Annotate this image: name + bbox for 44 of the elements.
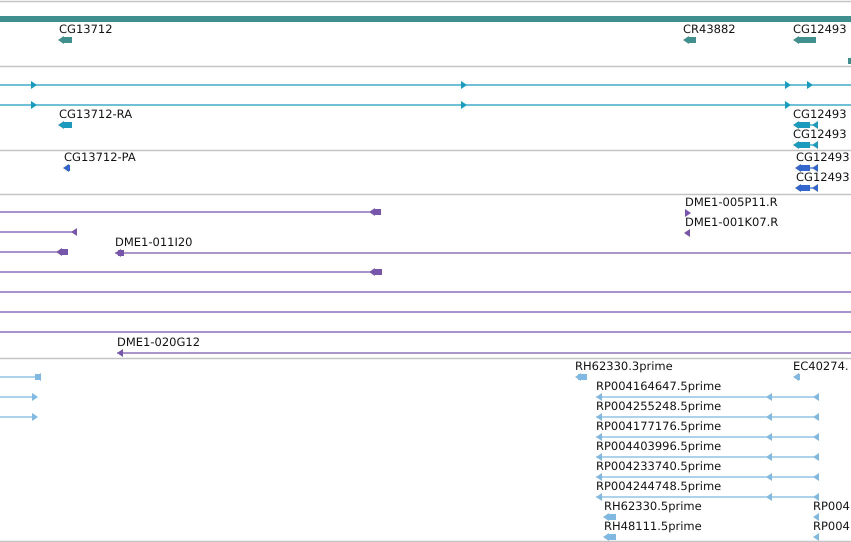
feature-glyph[interactable] [795, 184, 818, 192]
feature-label[interactable]: EC40274. [793, 359, 849, 373]
feature-glyph[interactable] [0, 101, 851, 109]
feature-glyph[interactable] [58, 121, 72, 129]
feature-glyph[interactable] [0, 228, 77, 236]
feature-label[interactable]: DME1-011I20 [115, 235, 192, 249]
feature-label[interactable]: CG13712 [59, 22, 113, 36]
feature-label[interactable]: RH62330.5prime [604, 499, 702, 513]
feature-label[interactable]: RP004 [813, 499, 850, 513]
feature-label[interactable]: RP004177176.5prime [596, 419, 722, 433]
feature-glyph[interactable] [115, 249, 851, 257]
feature-glyph[interactable] [685, 209, 691, 217]
feature-glyph[interactable] [0, 248, 68, 256]
feature-label[interactable]: DME1-001K07.R [685, 215, 778, 229]
feature-label[interactable]: CG12493 [793, 127, 847, 141]
feature-glyph[interactable] [684, 229, 690, 237]
feature-label[interactable]: DME1-005P11.R [685, 195, 778, 209]
feature-glyph[interactable] [793, 36, 816, 44]
feature-glyph[interactable] [58, 36, 72, 44]
feature-label[interactable]: RH62330.3prime [575, 359, 673, 373]
feature-label[interactable]: CG12493 [793, 22, 847, 36]
feature-glyph[interactable] [0, 81, 851, 89]
feature-label[interactable]: RP004164647.5prime [596, 379, 722, 393]
feature-label[interactable]: RP004233740.5prime [596, 459, 722, 473]
feature-label[interactable]: RP004255248.5prime [596, 399, 722, 413]
feature-glyph[interactable] [0, 208, 381, 216]
feature-label[interactable]: CG12493 [796, 150, 850, 164]
feature-glyph[interactable] [63, 164, 70, 172]
feature-label[interactable]: RP004 [813, 519, 850, 533]
feature-label[interactable]: RP004403996.5prime [596, 439, 722, 453]
feature-label[interactable]: CG12493 [796, 170, 850, 184]
feature-glyph[interactable] [793, 121, 818, 129]
feature-glyph[interactable] [795, 164, 818, 172]
feature-label[interactable]: CR43882 [683, 22, 736, 36]
feature-glyph[interactable] [0, 268, 382, 276]
feature-label[interactable]: DME1-020G12 [117, 335, 200, 349]
feature-label[interactable]: CG13712-PA [64, 150, 136, 164]
feature-label[interactable]: CG13712-RA [59, 107, 132, 121]
feature-glyph[interactable] [793, 141, 818, 149]
feature-label[interactable]: CG12493 [793, 107, 847, 121]
feature-label[interactable]: RH48111.5prime [604, 519, 702, 533]
feature-glyph[interactable] [117, 349, 851, 357]
feature-label[interactable]: RP004244748.5prime [596, 479, 722, 493]
feature-glyph[interactable] [683, 36, 696, 44]
